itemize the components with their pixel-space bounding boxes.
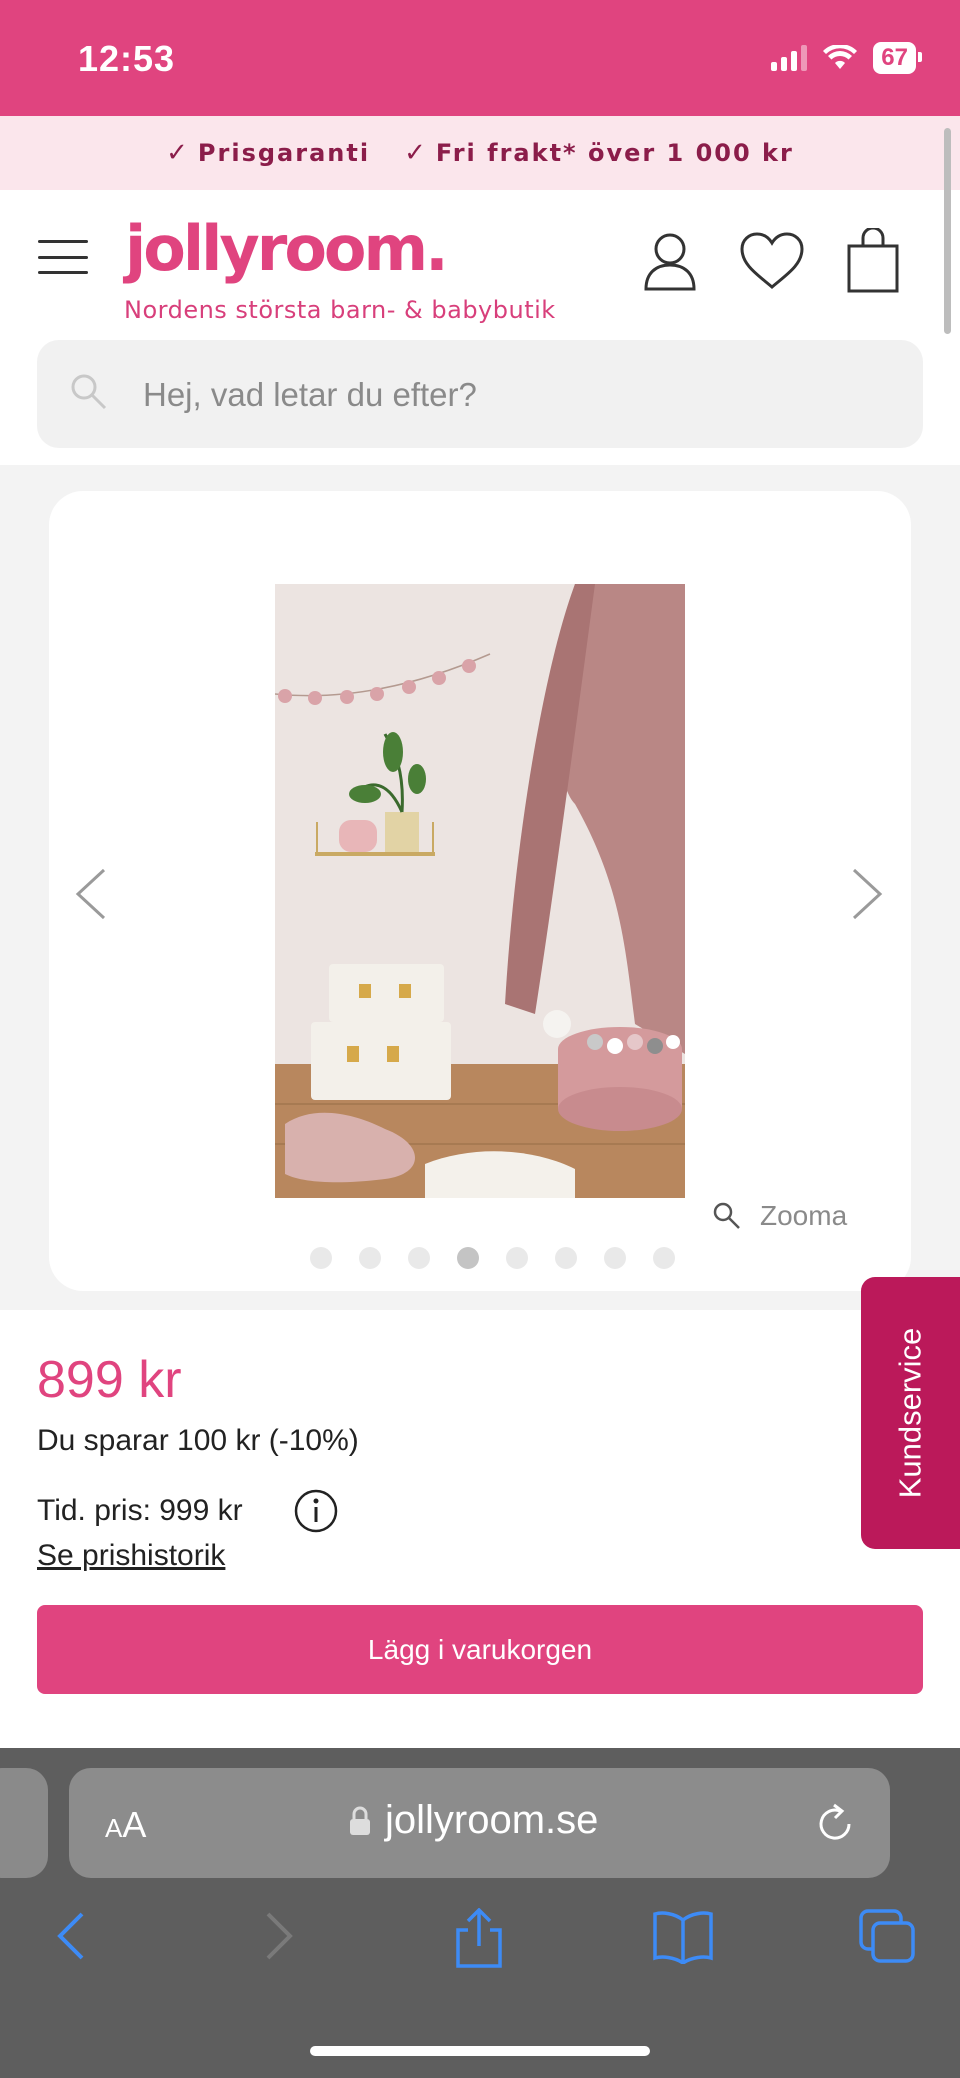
- forward-arrow-icon[interactable]: [262, 1908, 296, 1964]
- cellular-signal-icon: [771, 45, 808, 71]
- text-size-button[interactable]: AA: [105, 1804, 146, 1846]
- gallery-dot[interactable]: [653, 1247, 675, 1269]
- price-history-link[interactable]: Se prishistorik: [37, 1539, 225, 1573]
- site-header: jollyroom. Nordens största barn- & babyb…: [0, 190, 960, 465]
- browser-toolbar: [0, 1908, 960, 1978]
- add-to-cart-button[interactable]: Lägg i varukorgen: [37, 1605, 923, 1694]
- status-indicators: 67: [771, 42, 922, 74]
- info-icon[interactable]: [293, 1488, 339, 1534]
- product-image[interactable]: [275, 584, 685, 1198]
- status-time: 12:53: [78, 38, 176, 79]
- promo-banner: ✓ Prisgaranti ✓ Fri frakt* över 1 000 kr: [0, 116, 960, 190]
- account-icon[interactable]: [642, 231, 698, 291]
- page-scrollbar[interactable]: [944, 128, 951, 334]
- back-arrow-icon[interactable]: [54, 1908, 88, 1964]
- gallery-next-arrow-icon[interactable]: [850, 866, 886, 922]
- gallery-dot[interactable]: [555, 1247, 577, 1269]
- hamburger-menu-icon[interactable]: [38, 240, 88, 274]
- promo-item-fri-frakt: ✓ Fri frakt* över 1 000 kr: [404, 138, 794, 168]
- status-bar: 12:53 67: [0, 0, 960, 116]
- url-display[interactable]: jollyroom.se: [349, 1798, 598, 1843]
- promo-label: Prisgaranti: [197, 139, 371, 167]
- gallery-dot[interactable]: [604, 1247, 626, 1269]
- savings-text: Du sparar 100 kr (-10%): [37, 1424, 359, 1457]
- zoom-button[interactable]: Zooma: [712, 1200, 847, 1232]
- gallery-prev-arrow-icon[interactable]: [72, 866, 108, 922]
- kundservice-tab[interactable]: Kundservice: [861, 1277, 960, 1549]
- product-price: 899 kr: [37, 1351, 182, 1409]
- home-indicator: [310, 2046, 650, 2056]
- gallery-dot[interactable]: [310, 1247, 332, 1269]
- zoom-label: Zooma: [760, 1200, 848, 1231]
- tabs-icon[interactable]: [858, 1908, 916, 1964]
- previous-tab-preview[interactable]: [0, 1768, 48, 1878]
- battery-icon: 67: [873, 42, 922, 74]
- address-bar[interactable]: AA jollyroom.se: [69, 1768, 890, 1878]
- check-icon: ✓: [166, 138, 190, 168]
- gallery-dot[interactable]: [359, 1247, 381, 1269]
- check-icon: ✓: [404, 138, 428, 168]
- site-logo[interactable]: jollyroom.: [125, 212, 449, 285]
- browser-chrome: AA jollyroom.se: [0, 1748, 960, 2078]
- wishlist-heart-icon[interactable]: [738, 231, 806, 291]
- magnifier-icon: [713, 1202, 740, 1229]
- reload-icon[interactable]: [816, 1802, 856, 1844]
- gallery-pagination: [310, 1247, 675, 1269]
- promo-label: Fri frakt* över 1 000 kr: [435, 139, 794, 167]
- site-tagline: Nordens största barn- & babybutik: [124, 296, 556, 324]
- lock-icon: [350, 1806, 370, 1835]
- url-text: jollyroom.se: [385, 1798, 599, 1842]
- wifi-icon: [823, 45, 858, 69]
- share-icon[interactable]: [452, 1908, 506, 1968]
- gallery-dot[interactable]: [408, 1247, 430, 1269]
- shopping-bag-icon[interactable]: [846, 228, 900, 294]
- bookmarks-icon[interactable]: [652, 1908, 714, 1964]
- promo-item-prisgaranti: ✓ Prisgaranti: [166, 138, 370, 168]
- previous-price: Tid. pris: 999 kr: [37, 1494, 243, 1527]
- kundservice-label: Kundservice: [892, 1327, 928, 1499]
- gallery-dot[interactable]: [506, 1247, 528, 1269]
- search-icon: [71, 374, 107, 410]
- search-placeholder: Hej, vad letar du efter?: [143, 376, 477, 413]
- header-actions: [642, 228, 900, 294]
- search-input[interactable]: Hej, vad letar du efter?: [37, 340, 923, 448]
- gallery-dot-active[interactable]: [457, 1247, 479, 1269]
